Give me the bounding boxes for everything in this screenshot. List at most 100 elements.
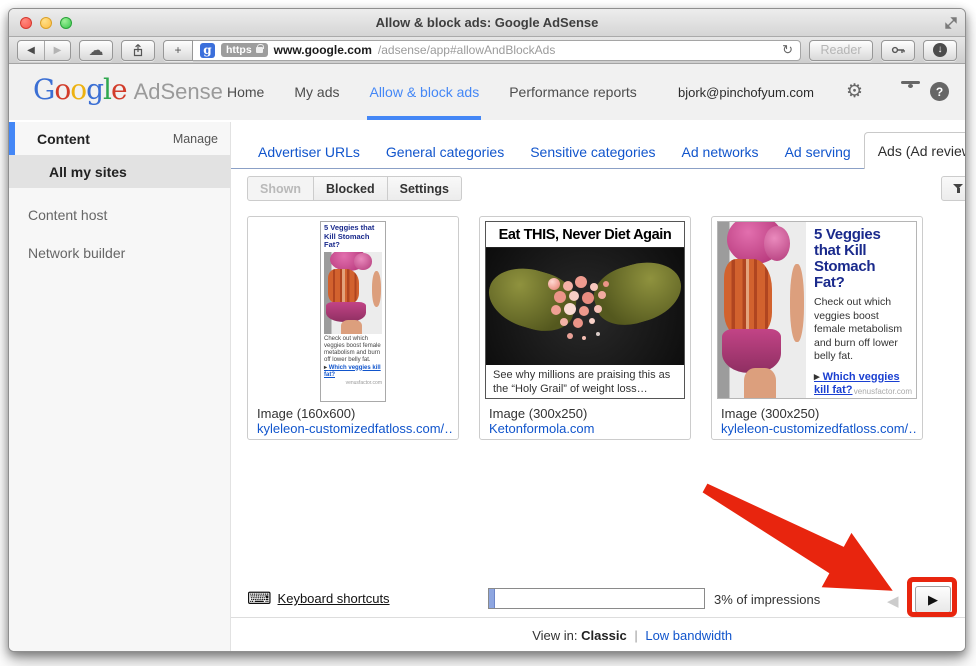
ad-headline: 5 Veggies that Kill Stomach Fat? (324, 224, 382, 250)
back-button[interactable]: ◀ (18, 41, 44, 60)
ad-creative-skyscraper: 5 Veggies that Kill Stomach Fat? Check o… (320, 221, 386, 402)
https-badge: https (221, 43, 268, 57)
minimize-window-button[interactable] (40, 17, 52, 29)
ad-format-label: Image (160x600) (257, 406, 453, 421)
ad-attribution: venusfactor.com (324, 380, 382, 386)
shown-button[interactable]: Shown (247, 176, 314, 201)
app-body: Content Manage All my sites Content host… (9, 122, 965, 651)
new-tab-button[interactable]: + (163, 40, 193, 61)
ad-creative-rectangle: 5 Veggies that Kill Stomach Fat? Check o… (717, 221, 917, 399)
torso-illustration (718, 222, 806, 398)
prev-page-button[interactable]: ◀ (887, 592, 899, 610)
cloud-icon: ☁ (89, 43, 104, 58)
ad-body-text: Check out which veggies boost female met… (324, 336, 382, 364)
downloads-button[interactable]: ↓ (923, 40, 957, 61)
key-icon (891, 43, 906, 57)
nav-allow-block-ads[interactable]: Allow & block ads (369, 64, 479, 120)
titlebar: Allow & block ads: Google AdSense (9, 9, 965, 37)
logo-letter: G (33, 73, 54, 106)
keyboard-icon: ⌨ (247, 591, 272, 606)
creative-wrap: Eat THIS, Never Diet Again See why milli… (480, 221, 690, 399)
ad-format-label: Image (300x250) (721, 406, 917, 421)
tab-bar: Advertiser URLs General categories Sensi… (231, 122, 966, 169)
sidebar-item-all-my-sites[interactable]: All my sites (9, 155, 230, 188)
google-adsense-logo: GoogleAdSense (33, 73, 223, 106)
view-in-footer: View in: Classic | Low bandwidth (231, 628, 966, 643)
primary-nav: Home My ads Allow & block ads Performanc… (227, 64, 637, 120)
tab-sensitive-categories[interactable]: Sensitive categories (517, 134, 668, 169)
ad-destination-link[interactable]: kyleleon-customizedfatloss.com/… (721, 421, 917, 436)
keyboard-shortcuts-link[interactable]: ⌨ Keyboard shortcuts (247, 591, 390, 606)
tab-ad-serving[interactable]: Ad serving (772, 134, 864, 169)
tab-advertiser-urls[interactable]: Advertiser URLs (245, 134, 373, 169)
ad-creative-rectangle: Eat THIS, Never Diet Again See why milli… (485, 221, 685, 399)
password-manager-button[interactable] (881, 40, 915, 61)
torso-ad-image (324, 252, 382, 334)
impressions-label: 3% of impressions (714, 592, 820, 607)
reader-button[interactable]: Reader (809, 40, 873, 61)
ad-caption: Image (160x600) kyleleon-customizedfatlo… (257, 406, 453, 436)
logo-letter: g (86, 73, 103, 106)
filters-button[interactable]: Filters (941, 176, 966, 201)
close-window-button[interactable] (20, 17, 32, 29)
ad-cta-link: Which veggies kill fat? (324, 365, 382, 379)
nav-home[interactable]: Home (227, 64, 264, 120)
browser-toolbar: ◀ ▶ ☁ + g https www.google.com /adsense/… (9, 37, 965, 64)
download-icon: ↓ (933, 43, 947, 57)
footer-divider (231, 617, 966, 618)
tab-general-categories[interactable]: General categories (373, 134, 517, 169)
nav-performance-reports[interactable]: Performance reports (509, 64, 637, 120)
logo-letter: o (54, 73, 70, 106)
reload-button[interactable]: ↻ (782, 42, 793, 58)
lock-icon (256, 47, 263, 53)
sidebar-section-content[interactable]: Content Manage (9, 122, 230, 155)
ad-text-panel: 5 Veggies that Kill Stomach Fat? Check o… (806, 222, 916, 398)
share-button[interactable] (121, 40, 155, 61)
tab-ad-networks[interactable]: Ad networks (669, 134, 772, 169)
product-name: AdSense (134, 79, 223, 104)
sidebar-item-network-builder[interactable]: Network builder (9, 242, 230, 264)
ad-card[interactable]: 5 Veggies that Kill Stomach Fat? Check o… (247, 216, 459, 440)
ad-headline: Eat THIS, Never Diet Again (486, 222, 684, 248)
fruit-ad-image (486, 248, 684, 365)
low-bandwidth-link[interactable]: Low bandwidth (645, 628, 732, 643)
account-email: bjork@pinchofyum.com (678, 85, 814, 100)
ad-format-label: Image (300x250) (489, 406, 685, 421)
settings-gear-icon[interactable]: ⚙ (846, 82, 863, 101)
browser-window: Allow & block ads: Google AdSense ◀ ▶ ☁ … (8, 8, 966, 652)
fullscreen-icon[interactable] (944, 16, 958, 30)
https-label: https (226, 44, 252, 56)
settings-button[interactable]: Settings (388, 176, 462, 201)
nav-my-ads[interactable]: My ads (294, 64, 339, 120)
logo-letter: l (103, 73, 111, 106)
forward-button[interactable]: ▶ (44, 41, 70, 60)
blocked-button[interactable]: Blocked (314, 176, 388, 201)
ad-cta-link: [continue] (493, 397, 541, 399)
view-controls: Shown Blocked Settings Filters (247, 176, 966, 201)
ad-attribution: venusfactor.com (854, 387, 912, 396)
progress-fill (489, 589, 495, 608)
next-page-button[interactable]: ▶ (915, 586, 951, 613)
help-icon[interactable]: ? (930, 82, 949, 101)
zoom-window-button[interactable] (60, 17, 72, 29)
ad-destination-link[interactable]: kyleleon-customizedfatloss.com/… (257, 421, 453, 436)
address-bar[interactable]: g https www.google.com /adsense/app#allo… (193, 40, 801, 61)
filter-funnel-icon (953, 183, 964, 194)
sidebar-section-label: Content (37, 131, 90, 147)
share-icon (131, 43, 145, 57)
sidebar-item-content-host[interactable]: Content host (9, 204, 230, 226)
icloud-tabs-button[interactable]: ☁ (79, 40, 113, 61)
footer-separator: | (634, 628, 637, 643)
tab-ads-ad-review-center[interactable]: Ads (Ad review center) (864, 132, 966, 169)
google-favicon-icon: g (200, 43, 215, 58)
manage-link[interactable]: Manage (173, 132, 218, 146)
keyboard-shortcuts-label: Keyboard shortcuts (278, 591, 390, 606)
logo-letter: e (111, 73, 127, 106)
ad-caption: Image (300x250) Ketonformola.com (489, 406, 685, 436)
creative-wrap: 5 Veggies that Kill Stomach Fat? Check o… (248, 221, 458, 402)
ad-card[interactable]: 5 Veggies that Kill Stomach Fat? Check o… (711, 216, 923, 440)
url-domain: www.google.com (274, 43, 372, 57)
main-content: Advertiser URLs General categories Sensi… (231, 122, 966, 651)
ad-card[interactable]: Eat THIS, Never Diet Again See why milli… (479, 216, 691, 440)
ad-destination-link[interactable]: Ketonformola.com (489, 421, 685, 436)
